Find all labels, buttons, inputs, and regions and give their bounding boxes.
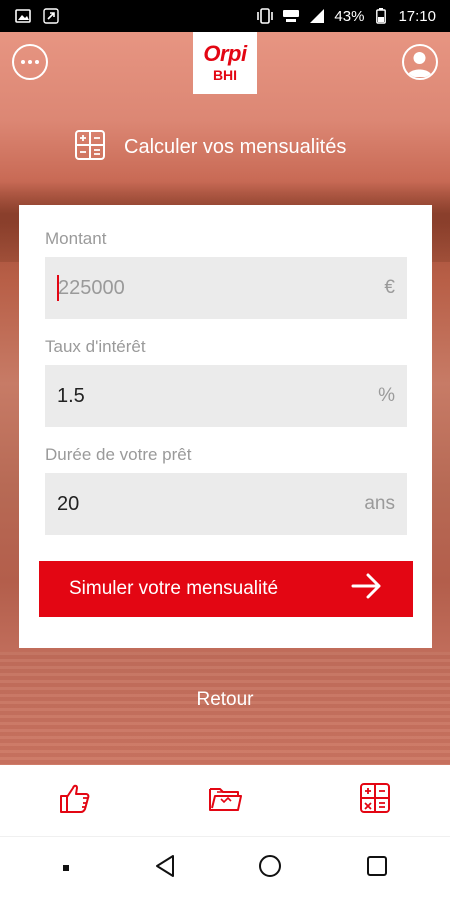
- rate-unit: %: [378, 385, 395, 406]
- battery-percent: 43%: [334, 7, 365, 25]
- calculator-icon: [359, 782, 391, 819]
- tab-favorites[interactable]: [0, 765, 150, 836]
- page-header: Calculer vos mensualités: [74, 129, 347, 166]
- logo-main-text: Orpi: [203, 41, 247, 66]
- back-link[interactable]: Retour: [0, 689, 450, 711]
- status-time: 17:10: [398, 7, 436, 25]
- dot-icon: [28, 60, 32, 64]
- signal-icon: [308, 7, 326, 25]
- logo-sub-text: BHI: [212, 67, 238, 83]
- home-nav-button[interactable]: [258, 854, 282, 883]
- duration-value: 20: [57, 492, 80, 515]
- vibrate-icon: [256, 7, 274, 25]
- amount-label: Montant: [45, 229, 107, 248]
- tab-folders[interactable]: [150, 765, 300, 836]
- status-bar: 43% 17:10: [0, 0, 450, 32]
- page-title: Calculer vos mensualités: [124, 135, 347, 158]
- dot-indicator-icon: [61, 860, 71, 878]
- dot-icon: [21, 60, 25, 64]
- brand-logo[interactable]: Orpi BHI: [193, 32, 257, 94]
- rate-value: 1.5: [57, 384, 85, 407]
- duration-label: Durée de votre prêt: [45, 445, 192, 464]
- profile-button[interactable]: [402, 44, 438, 80]
- arrow-right-icon: [351, 573, 383, 605]
- wifi-4g-icon: [282, 7, 300, 25]
- user-icon: [407, 52, 432, 77]
- amount-field[interactable]: 225000 €: [45, 257, 407, 319]
- image-icon: [14, 7, 32, 25]
- calculator-icon: [74, 129, 106, 166]
- loan-form-card: Montant 225000 € Taux d'intérêt 1.5 % Du…: [19, 205, 432, 648]
- amount-unit: €: [384, 277, 395, 298]
- rate-label: Taux d'intérêt: [45, 337, 146, 356]
- amount-placeholder: 225000: [58, 276, 125, 299]
- recents-nav-button[interactable]: [365, 854, 389, 883]
- bolt-swap-icon: [42, 7, 60, 25]
- battery-icon: [372, 7, 390, 25]
- dot-icon: [35, 60, 39, 64]
- simulate-button[interactable]: Simuler votre mensualité: [39, 561, 413, 617]
- duration-unit: ans: [364, 493, 395, 514]
- rate-field[interactable]: 1.5 %: [45, 365, 407, 427]
- folder-icon: [208, 783, 242, 818]
- bottom-tab-bar: [0, 765, 450, 836]
- thumbs-up-icon: [58, 782, 92, 819]
- back-nav-button[interactable]: [154, 854, 176, 883]
- duration-field[interactable]: 20 ans: [45, 473, 407, 535]
- simulate-button-label: Simuler votre mensualité: [69, 578, 279, 599]
- more-options-button[interactable]: [12, 44, 48, 80]
- tab-calculator[interactable]: [300, 765, 450, 836]
- system-nav-bar: [0, 836, 450, 900]
